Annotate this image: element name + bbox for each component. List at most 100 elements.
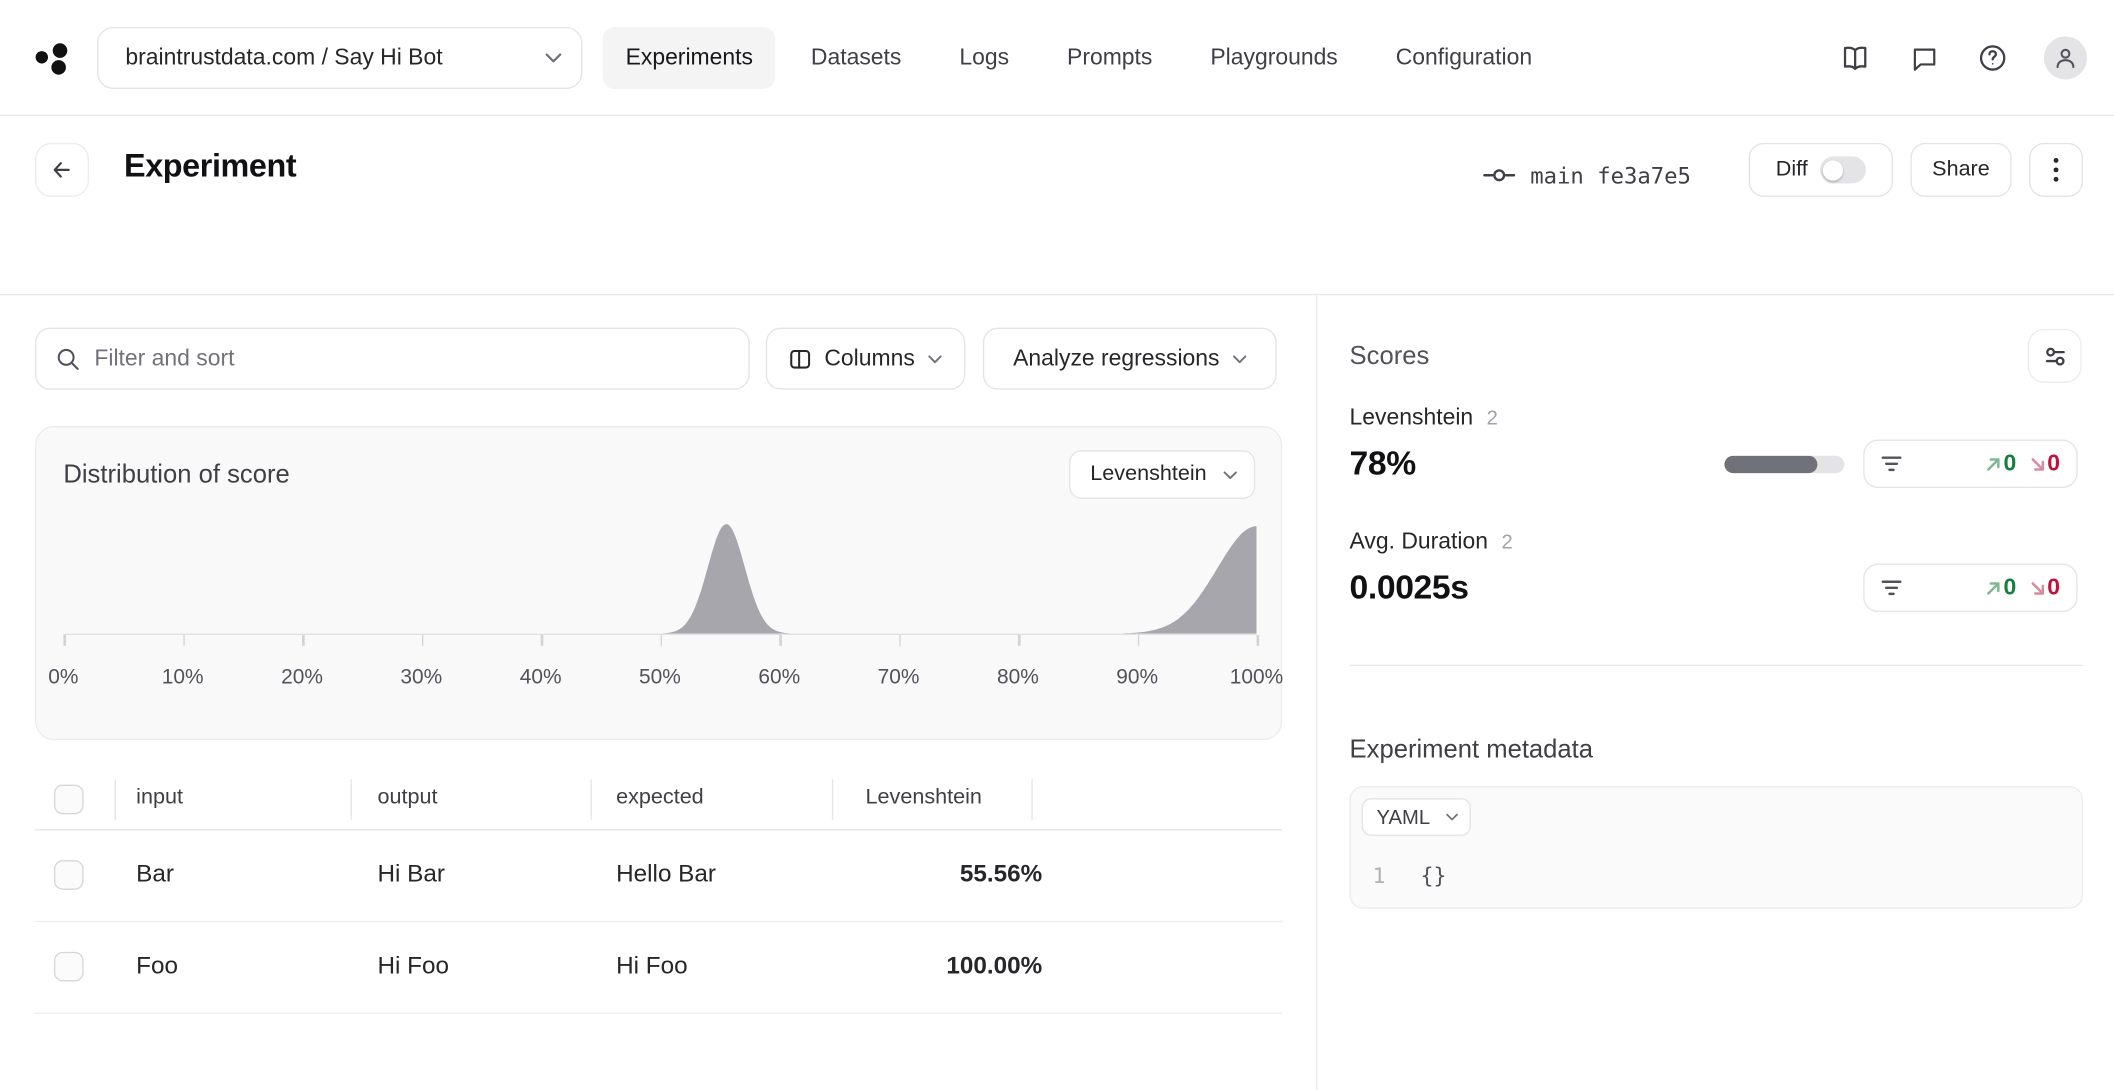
diff-toggle-button[interactable]: Diff <box>1749 143 1893 197</box>
chevron-down-icon <box>1223 470 1238 479</box>
analyze-regressions-label: Analyze regressions <box>1013 345 1219 372</box>
diff-toggle[interactable] <box>1820 156 1866 183</box>
arrow-down-right-icon <box>2028 455 2046 473</box>
x-axis-tick-label: 10% <box>162 666 204 690</box>
regressions-delta: 0 <box>2028 574 2060 601</box>
arrow-up-right-icon <box>1985 455 2003 473</box>
score-progress-bar <box>1724 456 1844 474</box>
columns-button[interactable]: Columns <box>766 328 966 390</box>
project-selector[interactable]: braintrustdata.com / Say Hi Bot <box>97 27 582 89</box>
user-avatar[interactable] <box>2044 36 2087 79</box>
page-header: Experiment main fe3a7e5 Diff Share First… <box>0 116 2114 295</box>
table-header: input output expected Levenshtein <box>35 771 1282 830</box>
chevron-down-icon <box>545 53 563 64</box>
metadata-title: Experiment metadata <box>1350 736 1593 766</box>
arrow-up-right-icon <box>1985 579 2003 597</box>
x-axis-tick <box>779 635 781 646</box>
x-axis-tick-label: 40% <box>520 666 562 690</box>
git-commit-icon <box>1483 166 1515 185</box>
code-content: {} <box>1421 863 1447 889</box>
x-axis-tick <box>421 635 423 646</box>
cell-levenshtein: 55.56% <box>960 860 1042 888</box>
nav-icon-group <box>1838 0 2087 116</box>
table-row[interactable]: Foo Hi Foo Hi Foo 100.00% <box>35 922 1282 1014</box>
tab-datasets[interactable]: Datasets <box>788 27 924 89</box>
row-checkbox[interactable] <box>54 860 84 890</box>
table-row[interactable]: Bar Hi Bar Hello Bar 55.56% <box>35 830 1282 922</box>
docs-book-icon[interactable] <box>1838 40 1873 75</box>
filter-sort-field[interactable] <box>35 328 750 390</box>
regressions-delta: 0 <box>2028 450 2060 477</box>
col-header-input[interactable]: input <box>136 786 183 810</box>
col-header-levenshtein[interactable]: Levenshtein <box>866 786 982 810</box>
nav-tabs: Experiments Datasets Logs Prompts Playgr… <box>603 27 1555 89</box>
cell-input: Bar <box>136 860 174 888</box>
chevron-down-icon <box>927 354 942 363</box>
branch-commit-label: main fe3a7e5 <box>1530 162 1691 188</box>
x-axis-tick <box>183 635 185 646</box>
share-button[interactable]: Share <box>1910 143 2011 197</box>
col-header-output[interactable]: output <box>377 786 437 810</box>
arrow-down-right-icon <box>2028 579 2046 597</box>
x-axis-tick <box>1018 635 1020 646</box>
tab-prompts[interactable]: Prompts <box>1044 27 1175 89</box>
cell-expected: Hello Bar <box>616 860 716 888</box>
tab-playgrounds[interactable]: Playgrounds <box>1187 27 1360 89</box>
page-title: Experiment <box>124 148 296 186</box>
branch-commit: main fe3a7e5 <box>1483 154 1691 197</box>
x-axis-tick <box>1137 635 1139 646</box>
scores-panel-title: Scores <box>1350 342 1430 372</box>
panel-divider <box>1315 295 1316 1090</box>
help-icon[interactable] <box>1975 40 2010 75</box>
score-selector[interactable]: Levenshtein <box>1069 450 1255 499</box>
kebab-icon <box>2053 158 2058 182</box>
x-axis-tick-label: 50% <box>639 666 681 690</box>
x-axis-tick <box>899 635 901 646</box>
cell-levenshtein: 100.00% <box>946 952 1042 980</box>
top-nav: braintrustdata.com / Say Hi Bot Experime… <box>0 0 2114 116</box>
x-axis-tick-label: 90% <box>1116 666 1158 690</box>
feedback-chat-icon[interactable] <box>1906 40 1941 75</box>
improvements-delta: 0 <box>1985 450 2017 477</box>
project-selector-label: braintrustdata.com / Say Hi Bot <box>125 44 544 71</box>
diff-label: Diff <box>1776 158 1808 182</box>
chevron-down-icon <box>1232 354 1247 363</box>
metric-count: 2 <box>1487 407 1498 430</box>
metric-value: 0.0025s <box>1350 569 1469 608</box>
metric-name: Avg. Duration2 <box>1350 528 1513 555</box>
tab-configuration[interactable]: Configuration <box>1373 27 1555 89</box>
score-comparison-box[interactable]: 0 0 <box>1863 440 2077 489</box>
columns-label: Columns <box>824 345 914 372</box>
cell-output: Hi Foo <box>377 952 448 980</box>
metric-count: 2 <box>1502 531 1513 554</box>
braintrust-logo-icon <box>32 39 72 77</box>
x-axis-tick-label: 100% <box>1230 666 1283 690</box>
x-axis-tick <box>1257 635 1259 646</box>
tab-logs[interactable]: Logs <box>936 27 1032 89</box>
filter-sort-input[interactable] <box>94 345 729 372</box>
section-divider <box>1350 665 2083 666</box>
col-header-expected[interactable]: expected <box>616 786 704 810</box>
x-axis-tick-label: 0% <box>48 666 78 690</box>
score-comparison-box[interactable]: 0 0 <box>1863 564 2077 613</box>
metadata-card: YAML 1{} <box>1350 786 2083 909</box>
select-all-checkbox[interactable] <box>54 785 84 815</box>
sliders-icon <box>2042 343 2068 369</box>
x-axis-tick <box>63 635 65 646</box>
x-axis-tick <box>541 635 543 646</box>
metric-value: 78% <box>1350 445 1416 484</box>
row-checkbox[interactable] <box>54 952 84 982</box>
format-selector[interactable]: YAML <box>1362 798 1471 836</box>
metric-name: Levenshtein2 <box>1350 404 1498 431</box>
tab-experiments[interactable]: Experiments <box>603 27 776 89</box>
x-axis-tick-label: 20% <box>281 666 323 690</box>
x-axis-tick-label: 60% <box>758 666 800 690</box>
analyze-regressions-button[interactable]: Analyze regressions <box>983 328 1277 390</box>
overflow-menu-button[interactable] <box>2029 143 2083 197</box>
cell-expected: Hi Foo <box>616 952 687 980</box>
toggle-knob <box>1823 160 1843 180</box>
x-axis-tick <box>660 635 662 646</box>
distribution-card: Distribution of score Levenshtein 0%10%2… <box>35 426 1282 740</box>
back-button[interactable] <box>35 143 89 197</box>
score-settings-button[interactable] <box>2028 329 2082 383</box>
